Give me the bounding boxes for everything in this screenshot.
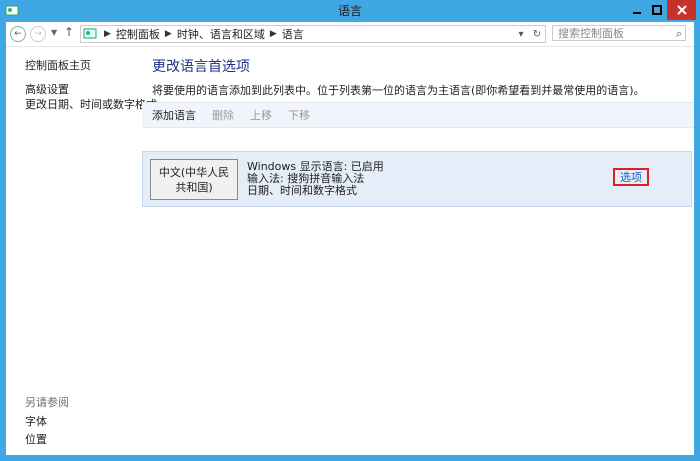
sidebar-item-home[interactable]: 控制面板主页 <box>25 57 91 73</box>
breadcrumb-clock-language-region[interactable]: 时钟、语言和区域 <box>177 26 265 42</box>
arrow-left-icon: ← <box>14 29 22 39</box>
arrow-right-icon: → <box>34 29 42 39</box>
address-dropdown-icon[interactable]: ▾ <box>513 29 529 40</box>
search-icon[interactable]: ⌕ <box>676 26 682 41</box>
move-up-button[interactable]: 上移 <box>250 107 272 123</box>
remove-button[interactable]: 删除 <box>212 107 234 123</box>
options-link[interactable]: 选项 <box>613 168 649 186</box>
sidebar-item-fonts[interactable]: 字体 <box>25 413 47 429</box>
maximize-button[interactable] <box>647 0 667 20</box>
navigation-bar: ← → ▼ ↑ ▶ 控制面板 ▶ 时钟、语言和区域 ▶ 语言 ▾ ↻ 搜索控制面… <box>6 22 694 47</box>
page-description: 将要使用的语言添加到此列表中。位于列表第一位的语言为主语言(即你希望看到并最常使… <box>152 84 645 97</box>
language-name-tile[interactable]: 中文(中华人民共和国) <box>150 159 238 200</box>
window-title: 语言 <box>337 4 362 18</box>
sidebar-item-advanced-settings[interactable]: 高级设置 <box>25 81 69 97</box>
language-details: Windows 显示语言: 已启用 输入法: 搜狗拼音输入法 日期、时间和数字格… <box>247 161 384 197</box>
address-bar[interactable]: ▶ 控制面板 ▶ 时钟、语言和区域 ▶ 语言 ▾ ↻ <box>80 25 546 43</box>
address-controls: ▾ ↻ <box>513 26 545 42</box>
breadcrumb-separator-icon: ▶ <box>104 29 111 39</box>
close-icon <box>676 5 687 15</box>
see-also-heading: 另请参阅 <box>25 396 69 409</box>
move-down-button[interactable]: 下移 <box>288 107 310 123</box>
search-input[interactable]: 搜索控制面板 ⌕ <box>552 25 686 41</box>
breadcrumb-separator-icon: ▶ <box>164 29 172 39</box>
back-button[interactable]: ← <box>10 26 26 42</box>
recent-pages-dropdown[interactable]: ▼ <box>51 28 57 37</box>
breadcrumb-control-panel[interactable]: 控制面板 <box>116 26 160 42</box>
main-content: 更改语言首选项 将要使用的语言添加到此列表中。位于列表第一位的语言为主语言(即你… <box>142 46 694 455</box>
breadcrumb-language[interactable]: 语言 <box>282 26 304 42</box>
close-button[interactable] <box>667 0 696 20</box>
breadcrumb-separator-icon: ▶ <box>269 29 277 39</box>
sidebar-item-location[interactable]: 位置 <box>25 431 47 447</box>
add-language-button[interactable]: 添加语言 <box>152 107 196 123</box>
language-actions-bar: 添加语言 删除 上移 下移 <box>142 102 694 128</box>
refresh-icon[interactable]: ↻ <box>529 29 545 40</box>
maximize-icon <box>652 5 662 15</box>
sidebar: 控制面板主页 高级设置 更改日期、时间或数字格式 另请参阅 字体 位置 <box>6 46 157 455</box>
client-area: ← → ▼ ↑ ▶ 控制面板 ▶ 时钟、语言和区域 ▶ 语言 ▾ ↻ 搜索控制面… <box>6 22 694 455</box>
control-panel-icon <box>83 28 97 39</box>
search-placeholder: 搜索控制面板 <box>558 27 624 40</box>
window: 语言 ← → ▼ ↑ ▶ 控制面板 ▶ 时钟、语言和区域 ▶ 语言 ▾ ↻ 搜索… <box>0 0 700 461</box>
up-arrow-icon[interactable]: ↑ <box>64 25 74 39</box>
sidebar-item-date-time-format[interactable]: 更改日期、时间或数字格式 <box>25 96 157 112</box>
title-bar[interactable]: 语言 <box>0 0 700 22</box>
language-name: 中文(中华人民共和国) <box>158 165 230 194</box>
page-title: 更改语言首选项 <box>152 59 250 75</box>
language-list-item[interactable]: 中文(中华人民共和国) Windows 显示语言: 已启用 输入法: 搜狗拼音输… <box>142 151 692 207</box>
forward-button[interactable]: → <box>30 26 46 42</box>
minimize-icon <box>632 12 641 14</box>
minimize-button[interactable] <box>626 0 647 20</box>
date-time-format: 日期、时间和数字格式 <box>247 184 357 197</box>
